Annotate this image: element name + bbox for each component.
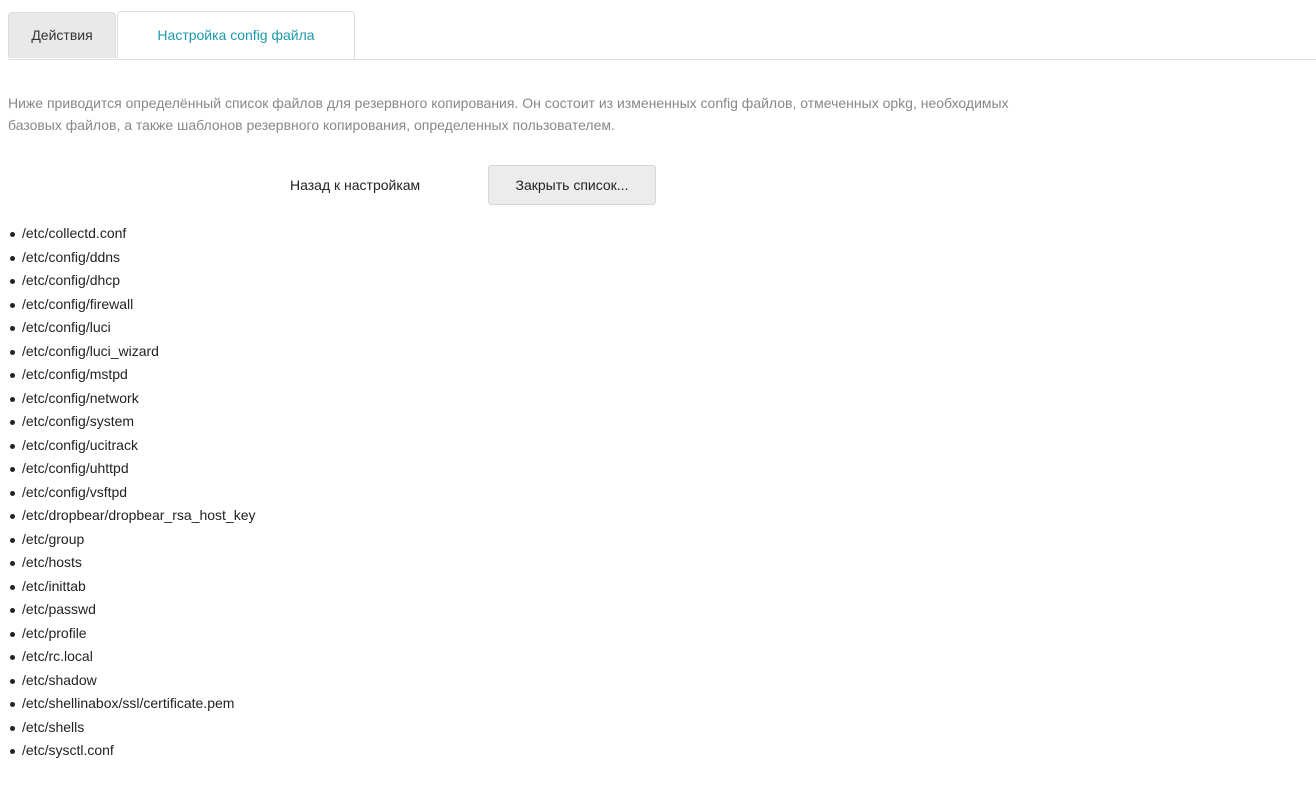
file-path: /etc/passwd <box>22 601 96 617</box>
list-item: /etc/config/luci_wizard <box>0 340 255 364</box>
file-path: /etc/config/ddns <box>22 248 121 265</box>
bullet-icon <box>10 396 15 402</box>
description: Ниже приводится определённый список файл… <box>8 92 1308 136</box>
file-path: /etc/config/vsftpd <box>22 483 128 500</box>
list-item: /etc/config/network <box>0 387 255 411</box>
bullet-icon <box>10 584 15 590</box>
file-path: /etc/collectd.conf <box>22 225 127 241</box>
bullet-icon <box>10 631 15 637</box>
list-item: /etc/sysctl.conf <box>0 739 255 763</box>
bullet-icon <box>10 490 15 496</box>
file-path: /etc/inittab <box>22 577 86 594</box>
list-item: /etc/config/vsftpd <box>0 481 255 505</box>
list-item: /etc/config/ddns <box>0 246 255 270</box>
list-item: /etc/rc.local <box>0 645 255 669</box>
file-path: /etc/group <box>22 530 85 547</box>
file-path: /etc/shadow <box>22 671 97 688</box>
list-item: /etc/profile <box>0 622 255 646</box>
file-path: /etc/config/network <box>22 389 139 406</box>
back-to-settings-link[interactable]: Назад к настройкам <box>290 165 420 205</box>
bullet-icon <box>10 655 15 660</box>
bullet-icon <box>10 443 15 449</box>
list-item: /etc/shells <box>0 716 255 740</box>
list-item: /etc/hosts <box>0 551 255 575</box>
file-path: /etc/config/firewall <box>22 295 134 312</box>
list-item: /etc/passwd <box>0 598 255 622</box>
list-item: /etc/config/system <box>0 410 255 434</box>
list-item: /etc/collectd.conf <box>0 222 255 246</box>
tab-actions[interactable]: Действия <box>8 12 116 58</box>
list-item: /etc/config/ucitrack <box>0 434 255 458</box>
description-line-1: Ниже приводится определённый список файл… <box>8 95 1009 111</box>
list-item: /etc/config/firewall <box>0 293 255 317</box>
tab-config-file-settings[interactable]: Настройка config файла <box>117 11 355 59</box>
list-item: /etc/inittab <box>0 575 255 599</box>
list-item: /etc/config/uhttpd <box>0 457 255 481</box>
list-item: /etc/config/mstpd <box>0 363 255 387</box>
bullet-icon <box>10 279 15 284</box>
list-item: /etc/config/luci <box>0 316 255 340</box>
bullet-icon <box>10 561 15 566</box>
bullet-icon <box>10 349 15 355</box>
bullet-icon <box>10 514 15 519</box>
close-list-button[interactable]: Закрыть список... <box>488 165 656 205</box>
bullet-icon <box>10 232 15 237</box>
file-path: /etc/config/mstpd <box>22 366 128 382</box>
file-path: /etc/config/dhcp <box>22 272 121 288</box>
bullet-icon <box>10 725 15 731</box>
file-path: /etc/config/system <box>22 413 135 429</box>
actions-row: Назад к настройкам Закрыть список... <box>0 165 1316 205</box>
bullet-icon <box>10 302 15 308</box>
file-path: /etc/sysctl.conf <box>22 742 114 758</box>
list-item: /etc/shellinabox/ssl/certificate.pem <box>0 692 255 716</box>
list-item: /etc/group <box>0 528 255 552</box>
file-path: /etc/config/luci <box>22 319 111 335</box>
bullet-icon <box>10 420 15 425</box>
list-item: /etc/shadow <box>0 669 255 693</box>
file-path: /etc/rc.local <box>22 648 93 664</box>
list-item: /etc/config/dhcp <box>0 269 255 293</box>
list-item: /etc/dropbear/dropbear_rsa_host_key <box>0 504 255 528</box>
file-path: /etc/config/ucitrack <box>22 436 138 453</box>
page: Действия Настройка config файла Ниже при… <box>0 0 1316 809</box>
bullet-icon <box>10 467 15 472</box>
file-path: /etc/dropbear/dropbear_rsa_host_key <box>22 507 256 523</box>
bullet-icon <box>10 255 15 261</box>
bullet-icon <box>10 749 15 754</box>
bullet-icon <box>10 326 15 331</box>
file-list: /etc/collectd.conf/etc/config/ddns/etc/c… <box>0 222 255 763</box>
bullet-icon <box>10 702 15 707</box>
bullet-icon <box>10 608 15 613</box>
file-path: /etc/shellinabox/ssl/certificate.pem <box>22 695 235 711</box>
file-path: /etc/config/luci_wizard <box>22 342 159 359</box>
file-path: /etc/config/uhttpd <box>22 460 129 476</box>
file-path: /etc/shells <box>22 718 85 735</box>
description-line-2: базовых файлов, а также шаблонов резервн… <box>8 117 615 133</box>
bullet-icon <box>10 537 15 543</box>
tab-bar: Действия Настройка config файла <box>8 11 1316 60</box>
file-path: /etc/profile <box>22 624 87 641</box>
bullet-icon <box>10 373 15 378</box>
file-path: /etc/hosts <box>22 554 82 570</box>
bullet-icon <box>10 678 15 684</box>
